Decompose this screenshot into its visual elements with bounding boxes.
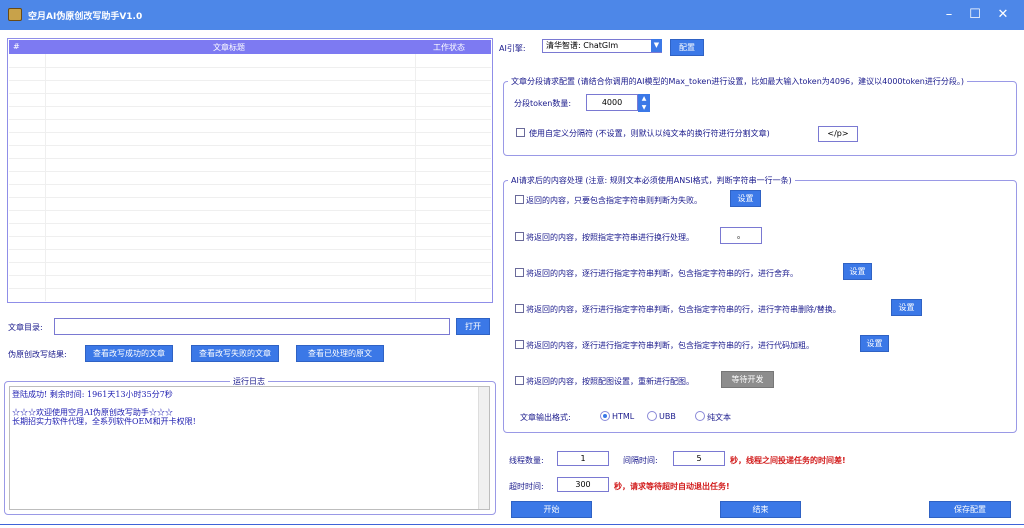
- engine-select-value: 清华智谱: ChatGlm: [546, 41, 619, 50]
- timeout-input[interactable]: 300: [557, 477, 609, 492]
- post-title: AI请求后的内容处理 (注意: 规则文本必须使用ANSI格式，判断字符串一行一条…: [508, 175, 795, 186]
- grid-col-index[interactable]: #: [13, 42, 20, 51]
- custom-separator-input[interactable]: </p>: [818, 126, 858, 142]
- config-button[interactable]: 配置: [670, 39, 704, 56]
- spin-up-icon[interactable]: ▲: [638, 94, 650, 103]
- engine-label: AI引擎:: [499, 44, 526, 53]
- threads-input[interactable]: 1: [557, 451, 609, 466]
- format-text-radio[interactable]: [695, 411, 705, 421]
- interval-input[interactable]: 5: [673, 451, 725, 466]
- opt6-label: 将返回的内容，按照配图设置，重新进行配图。: [526, 377, 694, 386]
- app-icon: [8, 8, 22, 21]
- article-dir-input[interactable]: [54, 318, 450, 335]
- custom-separator-checkbox[interactable]: [516, 128, 525, 137]
- split-title: 文章分段请求配置 (请结合你调用的AI模型的Max_token进行设置，比如最大…: [508, 76, 967, 87]
- opt5-label: 将返回的内容，逐行进行指定字符串判断，包含指定字符串的行，进行代码加粗。: [526, 341, 814, 350]
- window-title: 空月AI伪原创改写助手V1.0: [28, 12, 143, 22]
- opt5-checkbox[interactable]: [515, 340, 524, 349]
- close-icon[interactable]: ✕: [992, 4, 1014, 26]
- open-button[interactable]: 打开: [456, 318, 490, 335]
- format-ubb-radio[interactable]: [647, 411, 657, 421]
- save-config-button[interactable]: 保存配置: [929, 501, 1011, 518]
- stop-button[interactable]: 结束: [720, 501, 801, 518]
- opt2-label: 将返回的内容，按照指定字符串进行换行处理。: [526, 233, 694, 242]
- token-input[interactable]: 4000: [586, 94, 638, 111]
- opt6-checkbox[interactable]: [515, 376, 524, 385]
- grid-col-status[interactable]: 工作状态: [433, 42, 465, 53]
- article-dir-label: 文章目录:: [8, 323, 43, 332]
- opt2-input[interactable]: 。: [720, 227, 762, 244]
- timeout-hint: 秒，请求等待超时自动退出任务!: [614, 482, 730, 491]
- split-group: [503, 81, 1017, 156]
- opt2-checkbox[interactable]: [515, 232, 524, 241]
- format-label: 文章输出格式:: [520, 413, 571, 422]
- view-success-button[interactable]: 查看改写成功的文章: [85, 345, 173, 362]
- results-label: 伪原创改写结果:: [8, 350, 67, 359]
- format-html-radio[interactable]: [600, 411, 610, 421]
- log-line-4: 长期招实力软件代理，全系列软件OEM和开卡权限!: [12, 417, 196, 426]
- token-label: 分段token数量:: [514, 99, 572, 108]
- log-line-1: 登陆成功! 剩余时间: 1961天13小时35分7秒: [12, 390, 173, 399]
- opt1-settings-button[interactable]: 设置: [730, 190, 761, 207]
- maximize-icon[interactable]: ☐: [964, 4, 986, 26]
- opt6-pending-button[interactable]: 等待开发: [721, 371, 774, 388]
- threads-label: 线程数量:: [509, 456, 544, 465]
- format-ubb-label: UBB: [659, 412, 676, 421]
- opt3-checkbox[interactable]: [515, 268, 524, 277]
- view-failed-button[interactable]: 查看改写失败的文章: [191, 345, 279, 362]
- view-original-button[interactable]: 查看已处理的原文: [296, 345, 384, 362]
- opt1-checkbox[interactable]: [515, 195, 524, 204]
- opt4-label: 将返回的内容，逐行进行指定字符串判断，包含指定字符串的行，进行字符串删除/替换。: [526, 305, 841, 314]
- bottom-border: [0, 524, 1024, 525]
- format-html-label: HTML: [612, 412, 635, 421]
- minimize-icon[interactable]: –: [938, 4, 960, 26]
- opt3-label: 将返回的内容，逐行进行指定字符串判断，包含指定字符串的行，进行舍弃。: [526, 269, 798, 278]
- interval-label: 间隔时间:: [623, 456, 658, 465]
- opt3-settings-button[interactable]: 设置: [843, 263, 872, 280]
- grid-col-title[interactable]: 文章标题: [213, 42, 245, 53]
- grid-header: # 文章标题 工作状态: [9, 40, 491, 54]
- opt1-label: 返回的内容，只要包含指定字符串则判断为失败。: [526, 196, 702, 205]
- opt4-settings-button[interactable]: 设置: [891, 299, 922, 316]
- log-textarea[interactable]: [9, 386, 490, 510]
- spin-down-icon[interactable]: ▼: [638, 103, 650, 112]
- grid-body[interactable]: [9, 54, 491, 301]
- custom-separator-label: 使用自定义分隔符 (不设置，则默认以纯文本的换行符进行分割文章): [529, 129, 770, 138]
- engine-select[interactable]: 清华智谱: ChatGlm: [542, 39, 662, 53]
- opt4-checkbox[interactable]: [515, 304, 524, 313]
- chevron-down-icon[interactable]: ▼: [651, 39, 662, 52]
- start-button[interactable]: 开始: [511, 501, 592, 518]
- title-bar: 空月AI伪原创改写助手V1.0 – ☐ ✕: [0, 0, 1024, 30]
- opt5-settings-button[interactable]: 设置: [860, 335, 889, 352]
- timeout-label: 超时时间:: [509, 482, 544, 491]
- interval-hint: 秒，线程之间投递任务的时间差!: [730, 456, 846, 465]
- format-text-label: 纯文本: [707, 413, 731, 422]
- log-scrollbar[interactable]: [478, 387, 489, 509]
